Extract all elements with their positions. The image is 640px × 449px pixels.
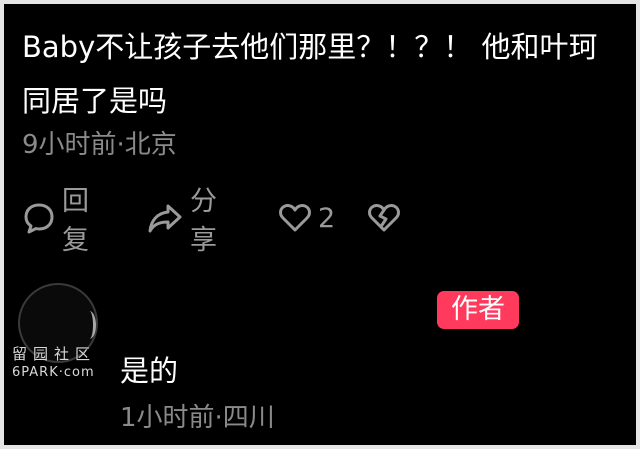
share-arrow-icon — [146, 201, 184, 235]
reply-button[interactable]: 回复 — [22, 186, 89, 256]
share-label: 分享 — [190, 186, 217, 256]
comment-body: Baby不让孩子去他们那里？！？！ 他和叶珂 同居了是吗 — [22, 20, 622, 128]
watermark-text: 留园社区 — [12, 345, 97, 363]
broken-heart-icon — [367, 201, 401, 235]
comment-meta: 9小时前·北京 — [22, 130, 177, 160]
watermark-domain: 6PARK·com — [12, 365, 95, 380]
heart-icon — [278, 201, 312, 235]
dislike-button[interactable] — [367, 198, 401, 238]
reply-label: 回复 — [62, 186, 89, 256]
like-count: 2 — [318, 202, 336, 234]
author-badge: 作者 — [437, 291, 519, 329]
comment-line-1: Baby不让孩子去他们那里？！？！ 他和叶珂 — [22, 30, 598, 64]
share-button[interactable]: 分享 — [146, 186, 217, 256]
like-button[interactable]: 2 — [278, 198, 335, 238]
reply-body: 是的 — [120, 354, 179, 388]
comment-line-2: 同居了是吗 — [22, 84, 168, 118]
reply-meta: 1小时前·四川 — [120, 403, 275, 433]
reply-bubble-icon — [22, 201, 56, 235]
